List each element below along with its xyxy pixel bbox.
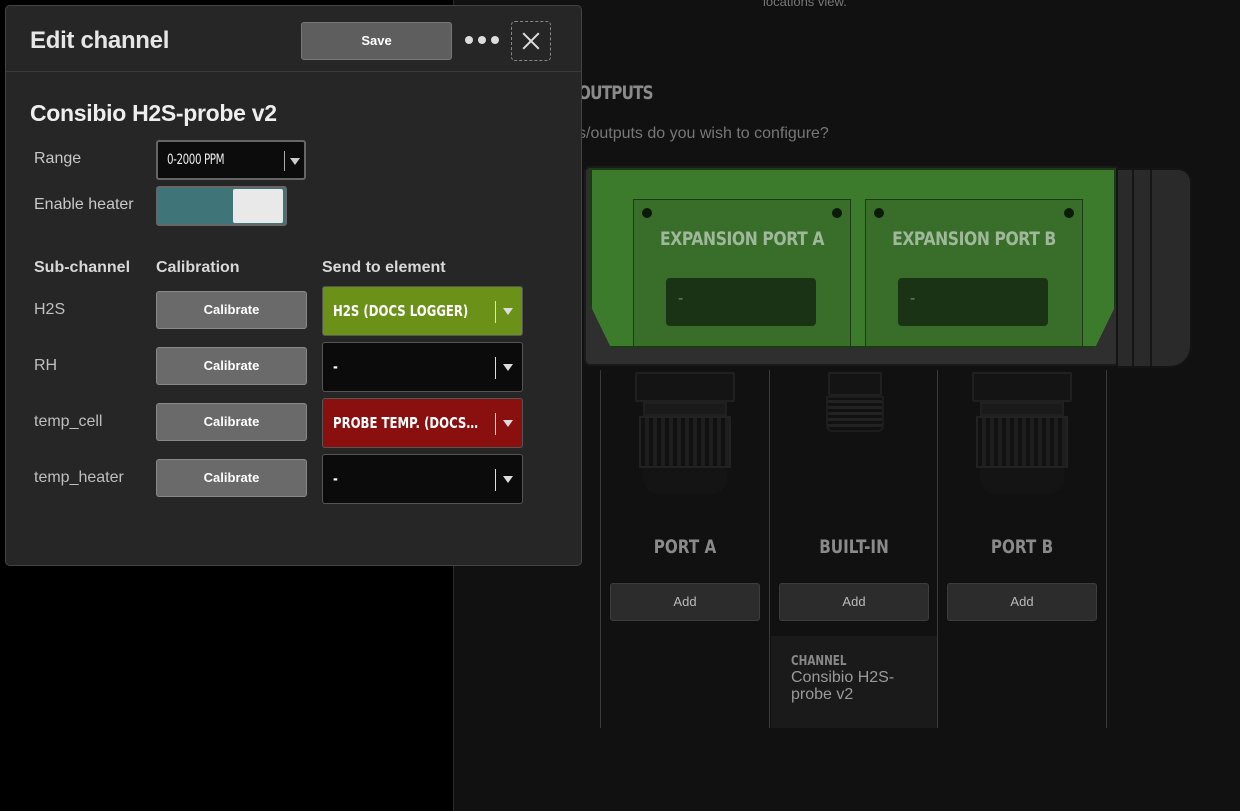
column-divider: [1106, 370, 1107, 728]
chevron-down-icon: [503, 364, 513, 371]
chevron-down-icon: [503, 420, 513, 427]
chevron-down-icon: [290, 158, 300, 165]
port-title: BUILT-IN: [819, 536, 889, 558]
toggle-knob: [233, 189, 283, 223]
enable-heater-toggle[interactable]: [156, 186, 287, 226]
add-built-in-button[interactable]: Add: [779, 583, 929, 621]
send-to-element-select[interactable]: -: [322, 454, 523, 504]
more-horizontal-icon[interactable]: [465, 28, 499, 52]
expansion-port-title: EXPANSION PORT B: [892, 228, 1056, 250]
expansion-port-slot[interactable]: -: [898, 278, 1048, 326]
select-separator: [495, 413, 496, 435]
chevron-down-icon: [503, 308, 513, 315]
channel-caption: CHANNEL: [791, 654, 847, 669]
send-to-value: H2S (DOCS LOGGER): [333, 302, 469, 320]
sub-channel-label: temp_heater: [34, 469, 124, 486]
send-to-value: -: [333, 470, 338, 488]
channel-card[interactable]: CHANNEL Consibio H2S-probe v2: [771, 636, 937, 728]
send-to-value: PROBE TEMP. (DOCS LOGGER): [333, 414, 481, 432]
add-port-b-button[interactable]: Add: [947, 583, 1097, 621]
connector-icon: [804, 372, 904, 496]
save-button[interactable]: Save: [301, 22, 452, 60]
send-to-element-header: Send to element: [322, 259, 446, 276]
select-separator: [495, 357, 496, 379]
add-port-a-button[interactable]: Add: [610, 583, 760, 621]
sub-channel-label: RH: [34, 357, 58, 374]
expansion-port-slot[interactable]: -: [666, 278, 816, 326]
dialog-title: Edit channel: [30, 27, 170, 54]
edit-channel-dialog: Edit channel Save Consibio H2S-probe v2 …: [5, 5, 582, 566]
expansion-port-b[interactable]: EXPANSION PORT B -: [865, 199, 1083, 347]
outputs-heading: OUTPUTS: [578, 82, 654, 104]
send-to-element-select[interactable]: H2S (DOCS LOGGER): [322, 286, 523, 336]
device-illustration: EXPANSION PORT A - EXPANSION PORT B -: [584, 166, 1194, 370]
expansion-port-title: EXPANSION PORT A: [660, 228, 824, 250]
probe-title: Consibio H2S-probe v2: [30, 100, 277, 126]
sub-channel-label: H2S: [34, 301, 66, 318]
send-to-value: -: [333, 358, 338, 376]
calibrate-button[interactable]: Calibrate: [156, 291, 307, 329]
dialog-header: Edit channel Save: [6, 6, 581, 72]
port-title: PORT B: [990, 536, 1054, 558]
cable-gland-icon: [972, 372, 1072, 496]
cable-gland-icon: [635, 372, 735, 496]
send-to-element-select[interactable]: PROBE TEMP. (DOCS LOGGER): [322, 398, 523, 448]
screw-icon: [874, 208, 884, 218]
column-divider: [769, 370, 770, 728]
screw-icon: [1064, 208, 1074, 218]
close-icon[interactable]: [511, 21, 551, 61]
range-select[interactable]: 0-2000 PPM: [156, 140, 306, 180]
calibrate-button[interactable]: Calibrate: [156, 459, 307, 497]
device-top-plate: EXPANSION PORT A - EXPANSION PORT B -: [590, 168, 1116, 348]
expansion-port-a[interactable]: EXPANSION PORT A -: [633, 199, 851, 347]
channel-name: Consibio H2S-probe v2: [791, 669, 895, 703]
calibrate-button[interactable]: Calibrate: [156, 403, 307, 441]
sub-channel-header: Sub-channel: [34, 259, 131, 276]
port-title: PORT A: [653, 536, 717, 558]
sub-channel-label: temp_cell: [34, 413, 103, 430]
heater-label: Enable heater: [34, 196, 134, 213]
device-side: [1116, 168, 1192, 368]
locations-note: locations view.: [763, 0, 847, 9]
column-divider: [600, 370, 601, 728]
calibration-header: Calibration: [156, 259, 240, 276]
range-value: 0-2000 PPM: [167, 152, 225, 168]
select-separator: [495, 469, 496, 491]
screw-icon: [832, 208, 842, 218]
send-to-element-select[interactable]: -: [322, 342, 523, 392]
range-label: Range: [34, 150, 82, 167]
configure-question: s/outputs do you wish to configure?: [578, 125, 829, 142]
select-separator: [284, 151, 285, 171]
chevron-down-icon: [503, 476, 513, 483]
column-divider: [937, 370, 938, 728]
screw-icon: [642, 208, 652, 218]
calibrate-button[interactable]: Calibrate: [156, 347, 307, 385]
select-separator: [495, 301, 496, 323]
